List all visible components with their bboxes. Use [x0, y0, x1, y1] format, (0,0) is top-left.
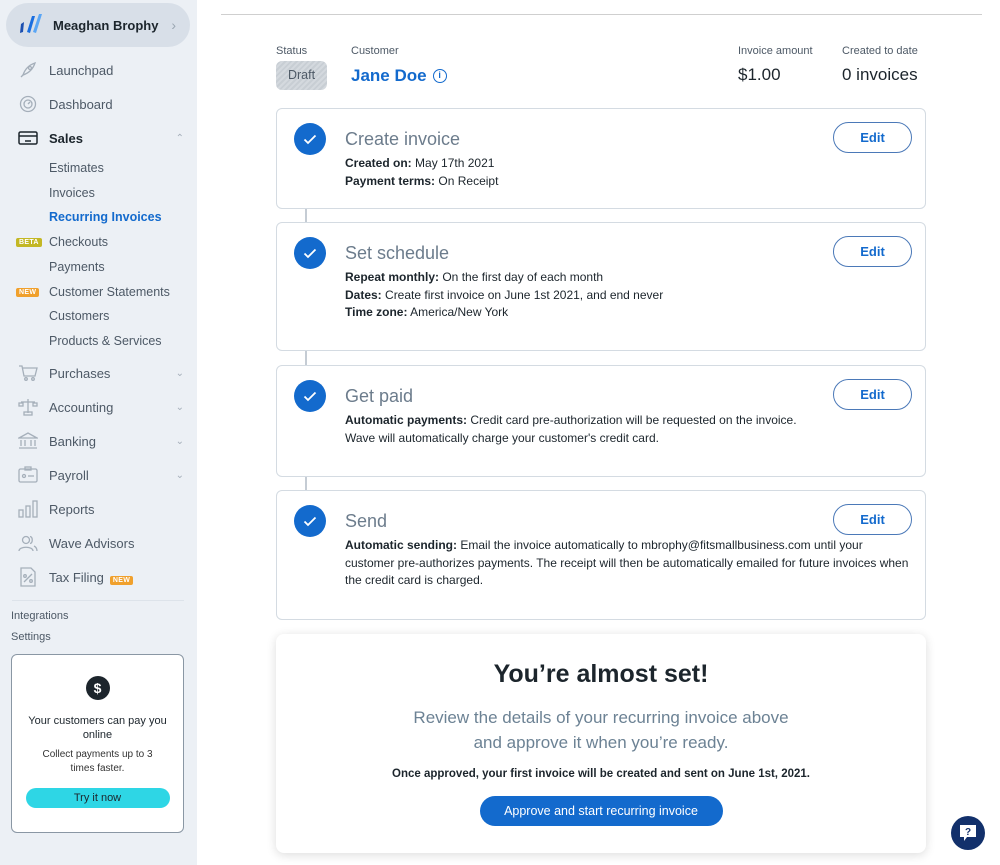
- approval-subtitle: Review the details of your recurring inv…: [413, 708, 789, 752]
- chevron-down-icon: ⌄: [175, 469, 184, 481]
- business-name: Meaghan Brophy: [53, 17, 159, 33]
- credit-card-icon: [18, 128, 38, 148]
- step-details: Automatic sending: Email the invoice aut…: [345, 538, 909, 587]
- step-title: Get paid: [345, 386, 414, 406]
- step-send: Send Automatic sending: Email the invoic…: [276, 490, 926, 620]
- created-to-date-value: 0 invoices: [842, 65, 918, 84]
- wave-logo-icon: [20, 14, 42, 33]
- status-label: Status: [276, 45, 308, 57]
- svg-text:?: ?: [965, 827, 971, 838]
- step-details: Created on: May 17th 2021 Payment terms:…: [345, 156, 499, 188]
- invoice-amount-label: Invoice amount: [738, 45, 813, 57]
- new-badge: NEW: [109, 575, 134, 585]
- try-it-now-button[interactable]: Try it now: [25, 788, 170, 808]
- step-connector: [305, 477, 307, 490]
- approval-panel: You’re almost set! Review the details of…: [276, 634, 926, 853]
- business-switcher[interactable]: Meaghan Brophy ›: [6, 3, 190, 47]
- beta-badge: BETA: [16, 238, 42, 247]
- info-icon[interactable]: i: [432, 69, 447, 83]
- promo-title: Your customers can pay you online: [28, 715, 167, 741]
- sidebar-item-sales[interactable]: Sales ⌃: [0, 125, 197, 151]
- bank-icon: [18, 431, 38, 451]
- people-icon: [18, 533, 38, 553]
- customer-name-link[interactable]: Jane Doe i: [351, 66, 447, 86]
- sidebar: Meaghan Brophy › Launchpad Dashboard Sal…: [0, 0, 197, 865]
- sidebar-item-accounting[interactable]: Accounting ⌄: [0, 394, 197, 420]
- sidebar-subitem-products-services[interactable]: Products & Services: [49, 334, 162, 348]
- cart-icon: [18, 363, 38, 383]
- check-circle-icon: [294, 505, 326, 537]
- step-details: Automatic payments: Credit card pre-auth…: [345, 413, 797, 445]
- edit-button[interactable]: Edit: [833, 122, 912, 153]
- new-badge: NEW: [16, 288, 40, 297]
- created-to-date-label: Created to date: [842, 45, 918, 57]
- step-title: Create invoice: [345, 129, 461, 149]
- step-create-invoice: Create invoice Created on: May 17th 2021…: [276, 108, 926, 209]
- sidebar-subitem-recurring-invoices[interactable]: Recurring Invoices: [49, 210, 162, 224]
- status-badge: Draft: [276, 61, 327, 90]
- integrations-link[interactable]: Integrations: [11, 610, 68, 622]
- check-circle-icon: [294, 237, 326, 269]
- chevron-down-icon: ⌄: [175, 367, 184, 379]
- approval-note: Once approved, your first invoice will b…: [392, 768, 810, 780]
- sidebar-subitem-estimates[interactable]: Estimates: [49, 161, 104, 175]
- online-payments-promo: $ Your customers can pay you online Coll…: [11, 654, 184, 833]
- sidebar-item-dashboard[interactable]: Dashboard: [0, 91, 197, 117]
- sidebar-item-reports[interactable]: Reports: [0, 496, 197, 522]
- help-bubble-icon: ?: [960, 825, 976, 841]
- dollar-icon: $: [85, 676, 110, 700]
- approval-heading: You’re almost set!: [493, 660, 709, 688]
- sidebar-item-payroll[interactable]: Payroll ⌄: [0, 462, 197, 488]
- rocket-icon: [18, 60, 38, 80]
- sidebar-item-wave-advisors[interactable]: Wave Advisors: [0, 530, 197, 556]
- edit-button[interactable]: Edit: [833, 236, 912, 267]
- approve-start-button[interactable]: Approve and start recurring invoice: [479, 796, 723, 826]
- percent-doc-icon: [18, 567, 38, 587]
- help-chat-button[interactable]: ?: [951, 816, 985, 850]
- check-circle-icon: [294, 123, 326, 155]
- step-title: Set schedule: [345, 243, 450, 263]
- sidebar-item-tax-filing[interactable]: Tax Filing NEW: [0, 564, 197, 590]
- settings-link[interactable]: Settings: [11, 631, 51, 643]
- sidebar-item-launchpad[interactable]: Launchpad: [0, 57, 197, 83]
- step-details: Repeat monthly: On the first day of each…: [345, 270, 664, 319]
- sidebar-subitem-payments[interactable]: Payments: [49, 260, 105, 274]
- check-circle-icon: [294, 380, 326, 412]
- chevron-up-icon: ⌃: [175, 132, 184, 144]
- promo-text: Collect payments up to 3 times faster.: [42, 749, 153, 774]
- sidebar-subitem-invoices[interactable]: Invoices: [49, 186, 95, 200]
- step-connector: [305, 209, 307, 222]
- chevron-down-icon: ⌄: [175, 401, 184, 413]
- invoice-amount-value: $1.00: [738, 65, 781, 84]
- step-connector: [305, 351, 307, 365]
- step-title: Send: [345, 511, 388, 531]
- chevron-down-icon: ⌄: [175, 435, 184, 447]
- step-get-paid: Get paid Automatic payments: Credit card…: [276, 365, 926, 477]
- edit-button[interactable]: Edit: [833, 379, 912, 410]
- sidebar-item-purchases[interactable]: Purchases ⌄: [0, 360, 197, 386]
- customer-label: Customer: [351, 45, 399, 57]
- step-set-schedule: Set schedule Repeat monthly: On the firs…: [276, 222, 926, 351]
- sidebar-item-banking[interactable]: Banking ⌄: [0, 428, 197, 454]
- bar-chart-icon: [18, 499, 38, 519]
- chevron-right-icon: ›: [171, 17, 176, 33]
- dashboard-icon: [18, 94, 38, 114]
- sidebar-subitem-customer-statements[interactable]: Customer Statements: [49, 285, 170, 299]
- sidebar-subitem-checkouts[interactable]: Checkouts: [49, 235, 108, 249]
- scale-icon: [18, 397, 38, 417]
- sidebar-divider: [12, 600, 184, 601]
- id-card-icon: [18, 465, 38, 485]
- top-divider: [221, 14, 982, 15]
- edit-button[interactable]: Edit: [833, 504, 912, 535]
- sidebar-subitem-customers[interactable]: Customers: [49, 309, 109, 323]
